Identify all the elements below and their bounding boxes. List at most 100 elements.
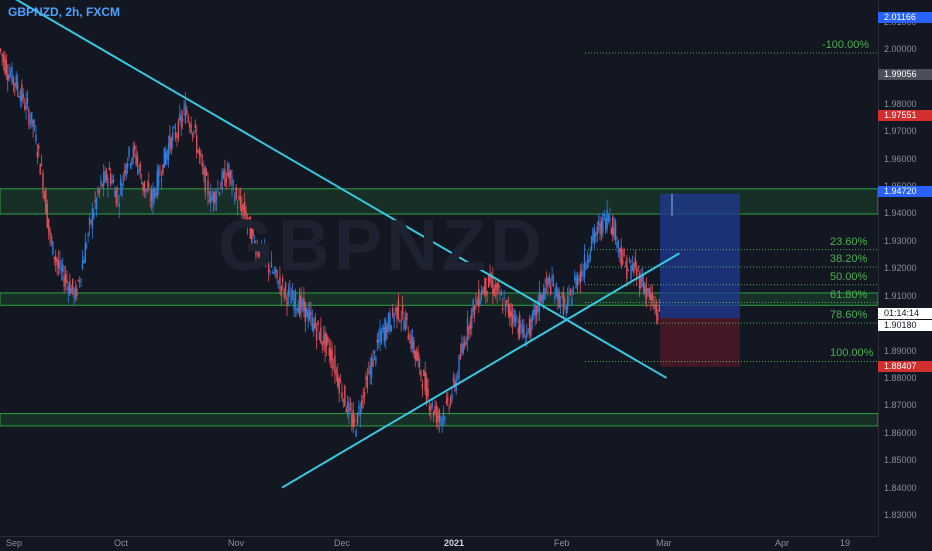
candle-body <box>514 316 517 327</box>
price-axis-label: 1.86000 <box>884 427 917 438</box>
candle-body <box>449 399 452 405</box>
candle-body <box>390 325 393 332</box>
candle-body <box>43 193 46 199</box>
candle-body <box>458 355 460 379</box>
candle-body <box>461 344 463 354</box>
candle-body <box>207 179 209 196</box>
candle-body <box>321 341 323 346</box>
candle-body <box>46 203 48 228</box>
candle-body <box>533 310 535 316</box>
candle-body <box>334 355 336 376</box>
candle-body <box>554 295 556 300</box>
candle-body <box>125 164 127 177</box>
candle-body <box>50 236 53 243</box>
candle-body <box>530 319 532 336</box>
candle-body <box>88 217 91 226</box>
candle-body <box>616 242 618 248</box>
candle-body <box>345 409 347 413</box>
candle-body <box>156 170 158 197</box>
candle-body <box>475 298 477 301</box>
candle-body <box>149 199 151 201</box>
candle-body <box>612 217 614 236</box>
candle-body <box>60 268 63 271</box>
candle-body <box>45 188 47 215</box>
candle-body <box>389 312 391 331</box>
candle-body <box>322 334 325 345</box>
price-axis-label: 1.83000 <box>884 510 917 520</box>
candle-body <box>212 192 215 203</box>
candle-body <box>148 182 150 189</box>
candle-body <box>16 82 19 90</box>
candle-body <box>211 196 213 201</box>
candle-body <box>393 315 395 322</box>
candle-body <box>198 148 201 156</box>
candle-body <box>344 385 346 406</box>
candle-body <box>465 339 467 345</box>
candle-body <box>362 395 364 399</box>
candle-body <box>143 181 146 193</box>
candle-body <box>650 293 652 301</box>
candle-body <box>150 189 153 202</box>
candle-body <box>583 253 586 278</box>
candle-body <box>579 271 582 283</box>
candle-body <box>569 290 572 292</box>
candle-body <box>657 313 659 321</box>
candle-body <box>86 245 88 247</box>
candle-body <box>67 287 70 292</box>
candle-body <box>36 151 39 157</box>
candle-body <box>33 125 36 127</box>
candle-body <box>640 276 642 289</box>
candle-body <box>421 384 424 389</box>
candle-body <box>380 331 383 344</box>
candle-body <box>459 354 462 359</box>
price-tag-red-lower: 1.88407 <box>878 361 932 372</box>
candle-body <box>167 143 170 160</box>
candle-body <box>118 203 120 208</box>
candle-body <box>32 120 34 128</box>
symbol-title[interactable]: GBPNZD, 2h, FXCM <box>8 5 120 19</box>
candle-body <box>401 305 404 314</box>
candle-body <box>119 180 122 186</box>
candle-body <box>361 399 363 409</box>
candle-body <box>597 222 600 225</box>
candle-body <box>29 120 32 122</box>
trade-box-layer[interactable] <box>660 193 740 367</box>
candle-body <box>26 98 29 104</box>
fib-level-label: 23.60% <box>830 235 868 248</box>
candle-body <box>637 268 639 270</box>
candle-body <box>177 121 180 139</box>
candle-body <box>425 377 428 403</box>
candle-body <box>355 429 357 437</box>
candle-body <box>614 221 617 241</box>
candle-body <box>308 310 311 320</box>
candle-body <box>4 56 6 73</box>
price-axis-label: 1.84000 <box>884 482 917 493</box>
candle-body <box>346 401 349 413</box>
candle-body <box>228 172 230 179</box>
candle-body <box>624 265 627 267</box>
candle-body <box>328 347 330 356</box>
candle-body <box>600 221 603 236</box>
candle-body <box>337 373 339 386</box>
candle-body <box>482 289 484 295</box>
candle-body <box>124 170 126 174</box>
candle-body <box>165 152 167 165</box>
candle-body <box>568 291 570 296</box>
candle-body <box>599 223 601 232</box>
candle-body <box>303 297 305 312</box>
candle-body <box>208 199 211 202</box>
candle-body <box>194 123 197 129</box>
candle-body <box>142 182 144 191</box>
candle-body <box>53 256 55 259</box>
candle-body <box>232 181 235 183</box>
candle-body <box>372 358 374 367</box>
candle-body <box>193 131 195 132</box>
time-axis[interactable] <box>0 536 878 551</box>
candle-body <box>566 296 569 310</box>
candle-body <box>98 189 101 194</box>
candle-body <box>102 172 105 187</box>
candle-body <box>76 288 78 296</box>
candle-body <box>511 313 514 325</box>
fib-level-label: -100.00% <box>822 39 870 52</box>
candle-body <box>547 278 549 287</box>
